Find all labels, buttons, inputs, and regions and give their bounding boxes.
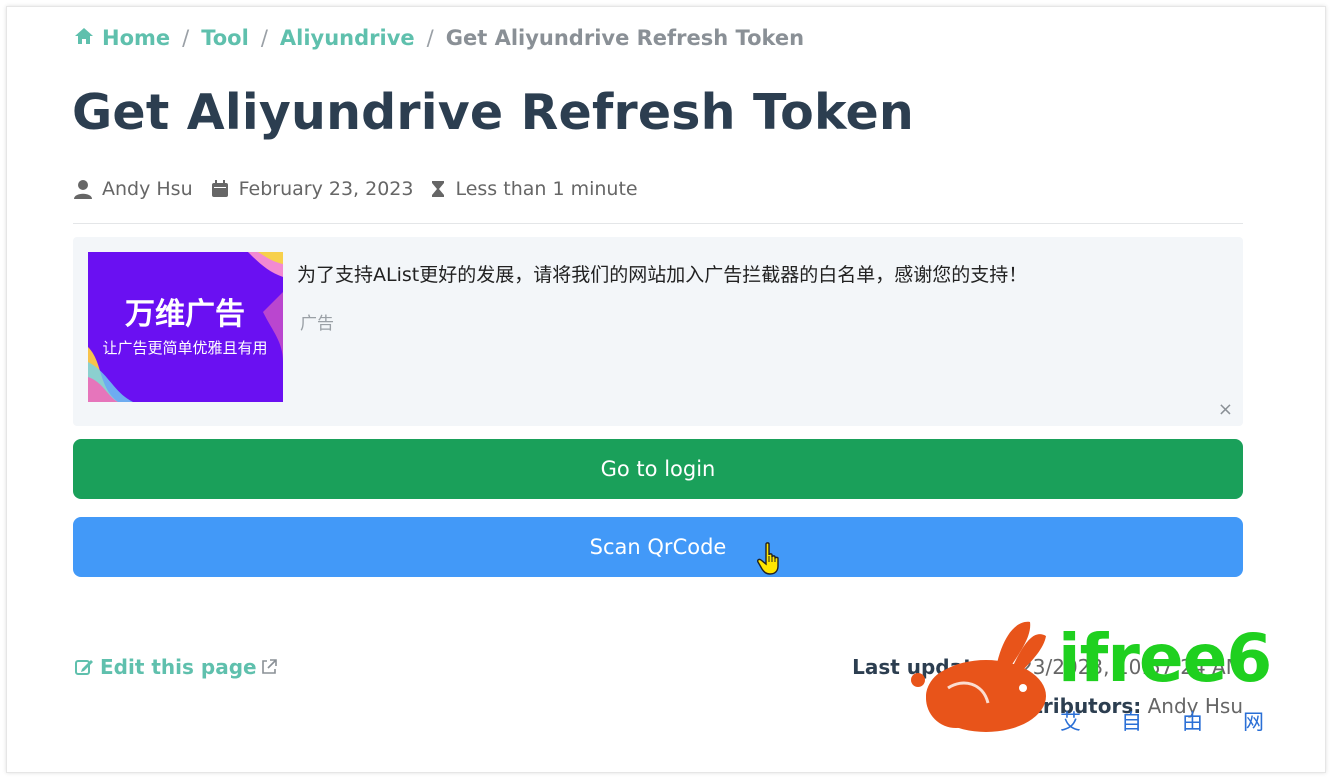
edit-this-page-label: Edit this page [100,655,257,679]
edit-this-page-link[interactable]: Edit this page [74,655,284,679]
hand-pointer-icon [757,542,785,580]
meta-author[interactable]: Andy Hsu [74,178,193,200]
hourglass-icon [432,181,445,197]
author-name: Andy Hsu [102,178,193,200]
ad-image[interactable]: 万维广告 让广告更简单优雅且有用 [88,252,283,402]
watermark-brand: ifree6 [1058,620,1272,697]
breadcrumb-separator: / [260,26,268,50]
rabbit-logo [911,621,1046,732]
calendar-icon [211,180,228,197]
article-meta: Andy Hsu February 23, 2023 Less than 1 m… [74,178,656,200]
watermark-subtitle: 艾自由网 [1060,710,1304,734]
reading-time: Less than 1 minute [455,178,638,200]
breadcrumb-aliyundrive-link[interactable]: Aliyundrive [280,26,415,50]
ad-message[interactable]: 为了支持AList更好的发展，请将我们的网站加入广告拦截器的白名单，感谢您的支持… [297,260,1027,287]
ad-image-subtitle: 让广告更简单优雅且有用 [102,339,267,357]
page-title: Get Aliyundrive Refresh Token [72,84,914,141]
go-to-login-button[interactable]: Go to login [73,439,1243,499]
ad-close-button[interactable]: × [1218,399,1233,420]
breadcrumb-home-link[interactable]: Home [102,26,170,50]
watermark: ifree6 艾自由网 [908,618,1272,734]
breadcrumb-separator: / [426,26,434,50]
meta-date: February 23, 2023 [211,178,414,200]
breadcrumb-tool-link[interactable]: Tool [201,26,249,50]
ad-image-title: 万维广告 [125,297,245,332]
breadcrumb: Home / Tool / Aliyundrive / Get Aliyundr… [74,26,804,50]
home-icon [74,26,94,50]
publish-date: February 23, 2023 [238,178,414,200]
external-link-icon [261,659,277,674]
edit-icon [75,660,93,675]
breadcrumb-separator: / [182,26,190,50]
meta-reading-time: Less than 1 minute [431,178,638,200]
divider [73,223,1243,224]
scan-qrcode-button[interactable]: Scan QrCode [73,517,1243,577]
breadcrumb-current: Get Aliyundrive Refresh Token [445,26,805,50]
ad-tag: 广告 [300,314,334,334]
ad-banner: 万维广告 让广告更简单优雅且有用 为了支持AList更好的发展，请将我们的网站加… [73,237,1243,426]
user-icon [74,180,92,199]
